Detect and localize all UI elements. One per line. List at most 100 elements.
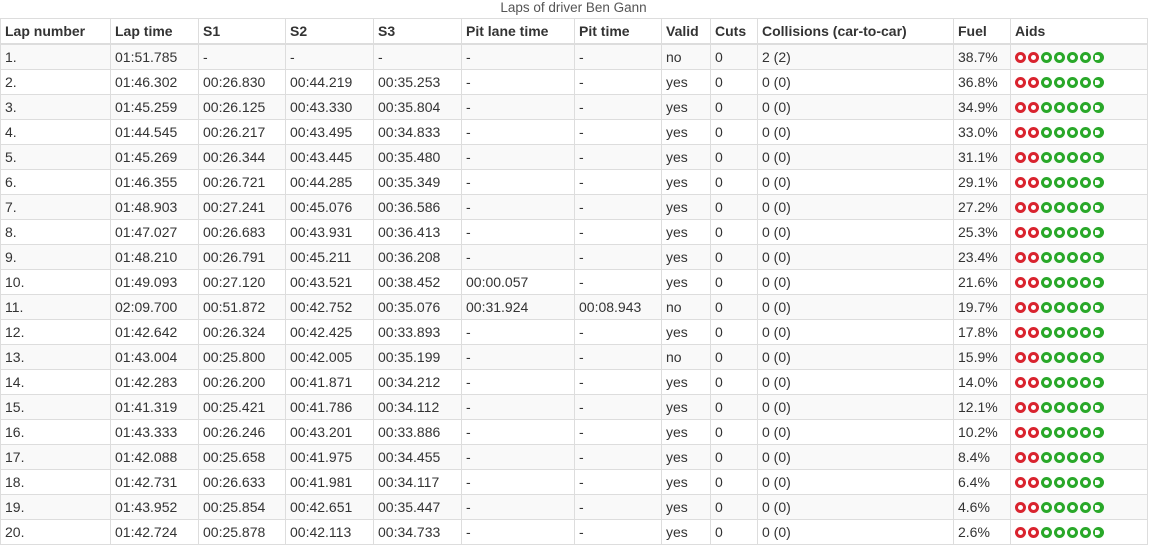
red-aid-icon[interactable] (1028, 251, 1039, 263)
red-aid-icon[interactable] (1028, 276, 1039, 288)
green-aid-icon[interactable] (1093, 401, 1104, 413)
red-aid-icon[interactable] (1028, 126, 1039, 138)
green-aid-icon[interactable] (1054, 351, 1065, 363)
green-aid-icon[interactable] (1080, 451, 1091, 463)
red-aid-icon[interactable] (1028, 426, 1039, 438)
green-aid-icon[interactable] (1093, 451, 1104, 463)
col-header-cuts[interactable]: Cuts (710, 18, 758, 45)
green-aid-icon[interactable] (1067, 376, 1078, 388)
green-aid-icon[interactable] (1093, 276, 1104, 288)
green-aid-icon[interactable] (1067, 351, 1078, 363)
green-aid-icon[interactable] (1067, 401, 1078, 413)
green-aid-icon[interactable] (1054, 401, 1065, 413)
green-aid-icon[interactable] (1041, 526, 1052, 538)
green-aid-icon[interactable] (1093, 301, 1104, 313)
green-aid-icon[interactable] (1067, 326, 1078, 338)
green-aid-icon[interactable] (1080, 401, 1091, 413)
green-aid-icon[interactable] (1080, 101, 1091, 113)
red-aid-icon[interactable] (1015, 526, 1026, 538)
red-aid-icon[interactable] (1028, 401, 1039, 413)
col-header-lap-number[interactable]: Lap number (0, 18, 111, 45)
col-header-aids[interactable]: Aids (1010, 18, 1148, 45)
green-aid-icon[interactable] (1067, 426, 1078, 438)
green-aid-icon[interactable] (1080, 301, 1091, 313)
green-aid-icon[interactable] (1054, 126, 1065, 138)
col-header-lap-time[interactable]: Lap time (110, 18, 199, 45)
green-aid-icon[interactable] (1041, 451, 1052, 463)
green-aid-icon[interactable] (1093, 76, 1104, 88)
green-aid-icon[interactable] (1067, 76, 1078, 88)
red-aid-icon[interactable] (1028, 376, 1039, 388)
green-aid-icon[interactable] (1080, 76, 1091, 88)
green-aid-icon[interactable] (1067, 526, 1078, 538)
red-aid-icon[interactable] (1015, 301, 1026, 313)
red-aid-icon[interactable] (1028, 76, 1039, 88)
red-aid-icon[interactable] (1015, 176, 1026, 188)
green-aid-icon[interactable] (1041, 501, 1052, 513)
green-aid-icon[interactable] (1080, 151, 1091, 163)
green-aid-icon[interactable] (1041, 276, 1052, 288)
red-aid-icon[interactable] (1015, 76, 1026, 88)
green-aid-icon[interactable] (1093, 201, 1104, 213)
green-aid-icon[interactable] (1054, 51, 1065, 63)
red-aid-icon[interactable] (1028, 326, 1039, 338)
green-aid-icon[interactable] (1080, 426, 1091, 438)
green-aid-icon[interactable] (1067, 501, 1078, 513)
green-aid-icon[interactable] (1054, 376, 1065, 388)
red-aid-icon[interactable] (1015, 51, 1026, 63)
green-aid-icon[interactable] (1080, 476, 1091, 488)
col-header-pit-time[interactable]: Pit time (574, 18, 662, 45)
green-aid-icon[interactable] (1041, 151, 1052, 163)
green-aid-icon[interactable] (1041, 401, 1052, 413)
green-aid-icon[interactable] (1041, 326, 1052, 338)
green-aid-icon[interactable] (1054, 426, 1065, 438)
green-aid-icon[interactable] (1041, 51, 1052, 63)
green-aid-icon[interactable] (1067, 101, 1078, 113)
green-aid-icon[interactable] (1080, 351, 1091, 363)
red-aid-icon[interactable] (1028, 351, 1039, 363)
green-aid-icon[interactable] (1067, 301, 1078, 313)
green-aid-icon[interactable] (1054, 276, 1065, 288)
green-aid-icon[interactable] (1080, 376, 1091, 388)
green-aid-icon[interactable] (1067, 151, 1078, 163)
green-aid-icon[interactable] (1080, 201, 1091, 213)
red-aid-icon[interactable] (1028, 176, 1039, 188)
green-aid-icon[interactable] (1041, 476, 1052, 488)
green-aid-icon[interactable] (1093, 426, 1104, 438)
col-header-valid[interactable]: Valid (661, 18, 711, 45)
green-aid-icon[interactable] (1067, 276, 1078, 288)
green-aid-icon[interactable] (1067, 126, 1078, 138)
green-aid-icon[interactable] (1054, 151, 1065, 163)
green-aid-icon[interactable] (1093, 376, 1104, 388)
red-aid-icon[interactable] (1015, 226, 1026, 238)
red-aid-icon[interactable] (1028, 101, 1039, 113)
green-aid-icon[interactable] (1080, 501, 1091, 513)
green-aid-icon[interactable] (1054, 451, 1065, 463)
green-aid-icon[interactable] (1093, 351, 1104, 363)
green-aid-icon[interactable] (1041, 251, 1052, 263)
green-aid-icon[interactable] (1067, 51, 1078, 63)
green-aid-icon[interactable] (1080, 226, 1091, 238)
green-aid-icon[interactable] (1093, 176, 1104, 188)
red-aid-icon[interactable] (1015, 251, 1026, 263)
green-aid-icon[interactable] (1067, 226, 1078, 238)
green-aid-icon[interactable] (1093, 226, 1104, 238)
red-aid-icon[interactable] (1015, 451, 1026, 463)
green-aid-icon[interactable] (1054, 101, 1065, 113)
green-aid-icon[interactable] (1080, 126, 1091, 138)
green-aid-icon[interactable] (1093, 126, 1104, 138)
green-aid-icon[interactable] (1067, 201, 1078, 213)
green-aid-icon[interactable] (1080, 251, 1091, 263)
red-aid-icon[interactable] (1015, 151, 1026, 163)
col-header-collisions[interactable]: Collisions (car-to-car) (757, 18, 954, 45)
red-aid-icon[interactable] (1028, 226, 1039, 238)
red-aid-icon[interactable] (1028, 501, 1039, 513)
red-aid-icon[interactable] (1015, 426, 1026, 438)
col-header-s3[interactable]: S3 (373, 18, 462, 45)
red-aid-icon[interactable] (1015, 126, 1026, 138)
green-aid-icon[interactable] (1041, 351, 1052, 363)
green-aid-icon[interactable] (1054, 526, 1065, 538)
green-aid-icon[interactable] (1093, 251, 1104, 263)
green-aid-icon[interactable] (1054, 201, 1065, 213)
green-aid-icon[interactable] (1093, 101, 1104, 113)
